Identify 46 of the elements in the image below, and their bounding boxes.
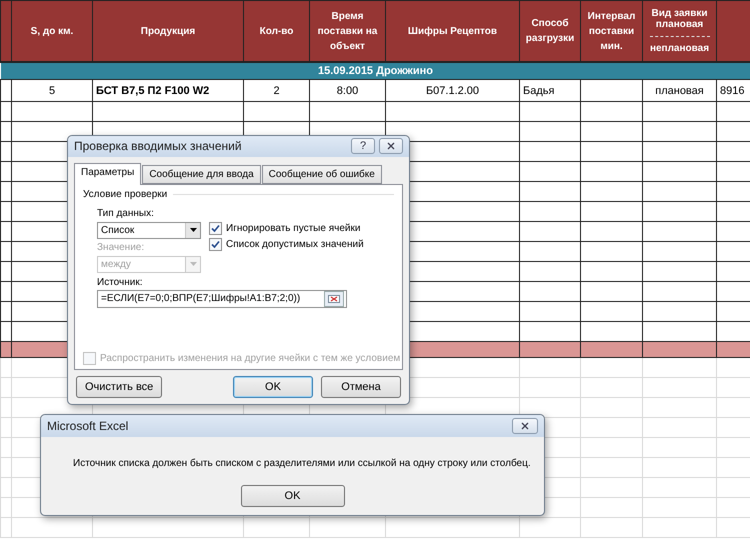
ok-button[interactable]: OK xyxy=(240,485,344,507)
table-cell: плановая xyxy=(642,80,716,102)
column-header: Продукция xyxy=(92,0,244,62)
table-cell: 8:00 xyxy=(310,80,386,102)
source-field[interactable]: =ЕСЛИ(E7=0;0;ВПР(E7;Шифры!A1:B7;2;0)) xyxy=(97,290,347,308)
table-cell: 2 xyxy=(244,80,310,102)
data-type-dropdown[interactable]: Список xyxy=(97,222,201,239)
dialog-button[interactable]: OK xyxy=(233,376,313,398)
checkbox[interactable] xyxy=(209,222,222,235)
field-label: Источник: xyxy=(97,276,144,288)
column-header-option: неплановая xyxy=(650,43,710,54)
dialog-title: Microsoft Excel xyxy=(47,419,130,433)
checkbox-option[interactable]: Игнорировать пустые ячейки xyxy=(209,222,360,235)
column-header-option: плановая xyxy=(656,19,704,30)
table-cell: Б07.1.2.00 xyxy=(386,80,520,102)
checkbox-option[interactable]: Список допустимых значений xyxy=(209,238,364,251)
field-label: Тип данных: xyxy=(97,208,155,219)
column-header: Кол-во xyxy=(244,0,310,62)
group-title: Условие проверки xyxy=(83,188,168,200)
dialog-button[interactable]: Отмена xyxy=(321,376,401,398)
dialog-title: Проверка вводимых значений xyxy=(74,139,243,154)
tab[interactable]: Сообщение для ввода xyxy=(142,164,261,184)
close-button[interactable] xyxy=(512,418,538,434)
column-header: Время поставки на объект xyxy=(310,0,386,62)
close-icon xyxy=(521,422,529,430)
table-cell: 8916 xyxy=(716,80,750,102)
alert-message: Источник списка должен быть списком с разделителями или ссылкой на одну строку или столбец. xyxy=(73,458,531,468)
help-button[interactable]: ? xyxy=(351,138,375,154)
table-cell: 5 xyxy=(12,80,92,102)
column-header: Интервал поставки мин. xyxy=(580,0,642,62)
range-select-icon[interactable] xyxy=(324,290,344,307)
checkbox[interactable] xyxy=(209,238,222,251)
column-header-title: Вид заявки xyxy=(651,8,708,19)
column-header: Способ разгрузки xyxy=(520,0,580,62)
column-header: S, до км. xyxy=(12,0,92,62)
tab[interactable]: Сообщение об ошибке xyxy=(262,164,382,184)
band-date: 15.09.2015 xyxy=(318,65,374,77)
dialog-button[interactable]: Очистить все xyxy=(76,376,162,398)
table-cell: БСТ В7,5 П2 F100 W2 xyxy=(92,80,244,102)
column-header: Шифры Рецептов xyxy=(386,0,520,62)
field-label: Значение: xyxy=(97,242,146,253)
tab[interactable]: Параметры xyxy=(74,162,142,185)
table-cell: Бадья xyxy=(520,80,580,102)
close-button[interactable] xyxy=(379,138,403,154)
close-icon xyxy=(387,142,395,150)
band-place: Дрожжино xyxy=(376,65,433,77)
